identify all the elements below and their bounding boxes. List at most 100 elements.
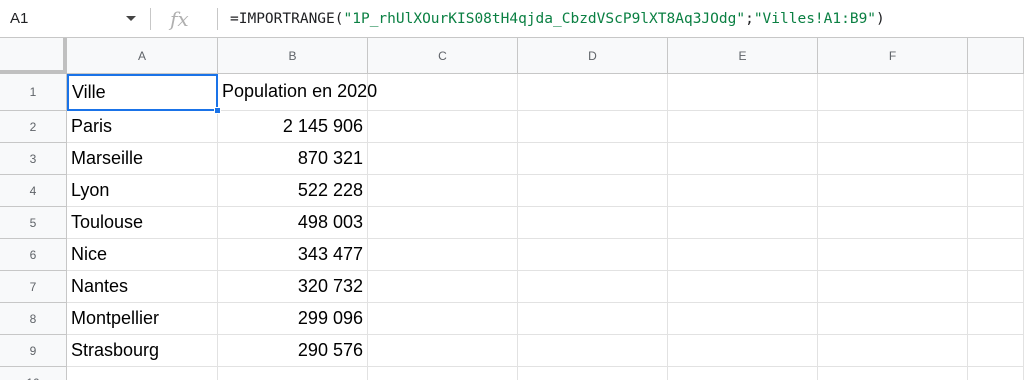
cell-city[interactable]: Paris bbox=[67, 111, 218, 143]
cell-city[interactable]: Montpellier bbox=[67, 303, 218, 335]
cell[interactable] bbox=[518, 175, 668, 207]
name-box[interactable]: A1 bbox=[0, 0, 140, 38]
column-header-d[interactable]: D bbox=[518, 38, 668, 74]
cell[interactable] bbox=[818, 271, 968, 303]
formula-arg-range: "Villes!A1:B9" bbox=[753, 11, 877, 27]
cell[interactable] bbox=[968, 74, 1024, 111]
cell[interactable] bbox=[368, 143, 518, 175]
column-header-extra[interactable] bbox=[968, 38, 1024, 74]
cell[interactable] bbox=[518, 239, 668, 271]
cell[interactable] bbox=[668, 74, 818, 111]
cell[interactable] bbox=[818, 111, 968, 143]
divider bbox=[217, 8, 218, 30]
cell-city[interactable]: Lyon bbox=[67, 175, 218, 207]
formula-function: =IMPORTRANGE( bbox=[230, 11, 344, 27]
cell[interactable] bbox=[818, 239, 968, 271]
cell[interactable] bbox=[818, 175, 968, 207]
formula-arg-sheet-id: "1P_rhUlXOurKIS08tH4qjda_CbzdVScP9lXT8Aq… bbox=[343, 11, 746, 27]
cell[interactable] bbox=[518, 367, 668, 380]
cell[interactable] bbox=[968, 239, 1024, 271]
cell[interactable] bbox=[968, 271, 1024, 303]
cell[interactable] bbox=[968, 175, 1024, 207]
cell-population[interactable]: 2 145 906 bbox=[218, 111, 368, 143]
cell[interactable] bbox=[668, 143, 818, 175]
active-cell-a1[interactable]: Ville bbox=[67, 74, 218, 111]
cell[interactable] bbox=[518, 303, 668, 335]
cell-city[interactable]: Nice bbox=[67, 239, 218, 271]
cell[interactable] bbox=[67, 367, 218, 380]
cell[interactable] bbox=[818, 303, 968, 335]
row-header-7[interactable]: 7 bbox=[0, 271, 67, 303]
cell[interactable] bbox=[818, 335, 968, 367]
row-header-9[interactable]: 9 bbox=[0, 335, 67, 367]
cell[interactable] bbox=[818, 367, 968, 380]
cell-population[interactable]: 522 228 bbox=[218, 175, 368, 207]
cell[interactable] bbox=[968, 143, 1024, 175]
cell-population[interactable]: 299 096 bbox=[218, 303, 368, 335]
column-header-b[interactable]: B bbox=[218, 38, 368, 74]
cell[interactable] bbox=[968, 111, 1024, 143]
column-header-a[interactable]: A bbox=[67, 38, 218, 74]
cell[interactable] bbox=[218, 367, 368, 380]
row-header-5[interactable]: 5 bbox=[0, 207, 67, 239]
cell[interactable] bbox=[968, 303, 1024, 335]
cell[interactable] bbox=[368, 239, 518, 271]
cell[interactable] bbox=[668, 367, 818, 380]
select-all-corner[interactable] bbox=[0, 38, 67, 74]
cell[interactable] bbox=[518, 335, 668, 367]
cell[interactable] bbox=[668, 207, 818, 239]
cell-population[interactable]: 343 477 bbox=[218, 239, 368, 271]
fx-icon: fx bbox=[170, 7, 189, 31]
formula-input[interactable]: =IMPORTRANGE("1P_rhUlXOurKIS08tH4qjda_Cb… bbox=[230, 0, 885, 38]
cell-population[interactable]: 498 003 bbox=[218, 207, 368, 239]
header-cell-population[interactable]: Population en 2020 bbox=[218, 74, 377, 111]
column-header-f[interactable]: F bbox=[818, 38, 968, 74]
cell[interactable] bbox=[368, 303, 518, 335]
row-header-1[interactable]: 1 bbox=[0, 74, 67, 111]
cell[interactable] bbox=[518, 271, 668, 303]
cell[interactable] bbox=[668, 335, 818, 367]
row-header-6[interactable]: 6 bbox=[0, 239, 67, 271]
cell[interactable] bbox=[368, 271, 518, 303]
column-header-c[interactable]: C bbox=[368, 38, 518, 74]
cell[interactable] bbox=[668, 303, 818, 335]
cell[interactable] bbox=[518, 111, 668, 143]
cell[interactable] bbox=[368, 175, 518, 207]
divider bbox=[150, 8, 151, 30]
cell[interactable] bbox=[368, 335, 518, 367]
cell[interactable] bbox=[368, 367, 518, 380]
cell[interactable] bbox=[368, 74, 518, 111]
row-header-2[interactable]: 2 bbox=[0, 111, 67, 143]
cell-population[interactable]: 870 321 bbox=[218, 143, 368, 175]
cell[interactable] bbox=[968, 207, 1024, 239]
chevron-down-icon[interactable] bbox=[126, 0, 136, 38]
spreadsheet-grid: A B C D E F 1 Ville Population en 2020 2 Paris 2 14… bbox=[0, 38, 1024, 380]
cell[interactable] bbox=[368, 207, 518, 239]
cell-city[interactable]: Toulouse bbox=[67, 207, 218, 239]
row-header-10[interactable]: 10 bbox=[0, 367, 67, 380]
row-header-4[interactable]: 4 bbox=[0, 175, 67, 207]
cell[interactable] bbox=[368, 111, 518, 143]
cell-city[interactable]: Nantes bbox=[67, 271, 218, 303]
cell[interactable] bbox=[518, 74, 668, 111]
cell[interactable] bbox=[668, 239, 818, 271]
row-header-8[interactable]: 8 bbox=[0, 303, 67, 335]
fill-handle[interactable] bbox=[214, 107, 221, 114]
cell-population[interactable]: 320 732 bbox=[218, 271, 368, 303]
cell[interactable] bbox=[818, 143, 968, 175]
cell-city[interactable]: Marseille bbox=[67, 143, 218, 175]
cell[interactable] bbox=[818, 207, 968, 239]
cell[interactable] bbox=[668, 271, 818, 303]
cell-population[interactable]: 290 576 bbox=[218, 335, 368, 367]
cell[interactable] bbox=[818, 74, 968, 111]
column-header-e[interactable]: E bbox=[668, 38, 818, 74]
cell[interactable] bbox=[968, 367, 1024, 380]
cell[interactable] bbox=[668, 175, 818, 207]
row-header-3[interactable]: 3 bbox=[0, 143, 67, 175]
formula-bar: A1 fx =IMPORTRANGE("1P_rhUlXOurKIS08tH4q… bbox=[0, 0, 1024, 38]
cell[interactable] bbox=[668, 111, 818, 143]
cell[interactable] bbox=[518, 207, 668, 239]
cell-city[interactable]: Strasbourg bbox=[67, 335, 218, 367]
cell[interactable] bbox=[968, 335, 1024, 367]
cell[interactable] bbox=[518, 143, 668, 175]
